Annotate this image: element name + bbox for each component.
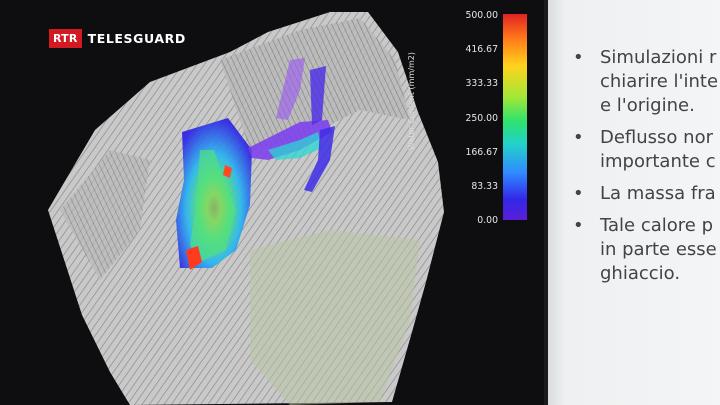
broadcaster-logo: RTR TELESGUARD [49,27,186,49]
terrain-map [48,12,444,405]
colorbar-tick: 500.00 [465,10,498,21]
colorbar [503,14,527,220]
bullet-marker: • [573,47,584,68]
bullet-text: La massa fra [600,183,716,204]
bullet-item: • Tale calore p in parte esse ghiaccio. [570,214,720,286]
colorbar-tick: 83.33 [471,181,498,192]
bullet-text: Simulazioni r chiarire l'inte e l'origin… [600,47,719,116]
broadcaster-name: TELESGUARD [87,30,186,46]
bullet-text: Deflusso nor importante c [600,127,716,172]
bullet-item: • La massa fra [570,182,720,206]
colorbar-tick: 166.67 [465,147,498,158]
bullet-marker: • [573,127,584,148]
colorbar-tick: 250.00 [465,113,498,124]
bullet-text: Tale calore p in parte esse ghiaccio. [600,215,717,284]
slide-bullet-list: • Simulazioni r chiarire l'inte e l'origi… [570,46,720,294]
bullet-marker: • [573,183,584,204]
colorbar-tick: 333.33 [465,78,498,89]
colorbar-tick: 416.67 [465,44,498,55]
bullet-item: • Deflusso nor importante c [570,126,720,174]
colorbar-tick: 0.00 [477,215,498,226]
bullet-item: • Simulazioni r chiarire l'inte e l'origi… [570,46,720,118]
bullet-marker: • [573,215,584,236]
colorbar-label: Water Content (mm/m2) [407,52,416,150]
broadcaster-badge: RTR [49,28,82,48]
